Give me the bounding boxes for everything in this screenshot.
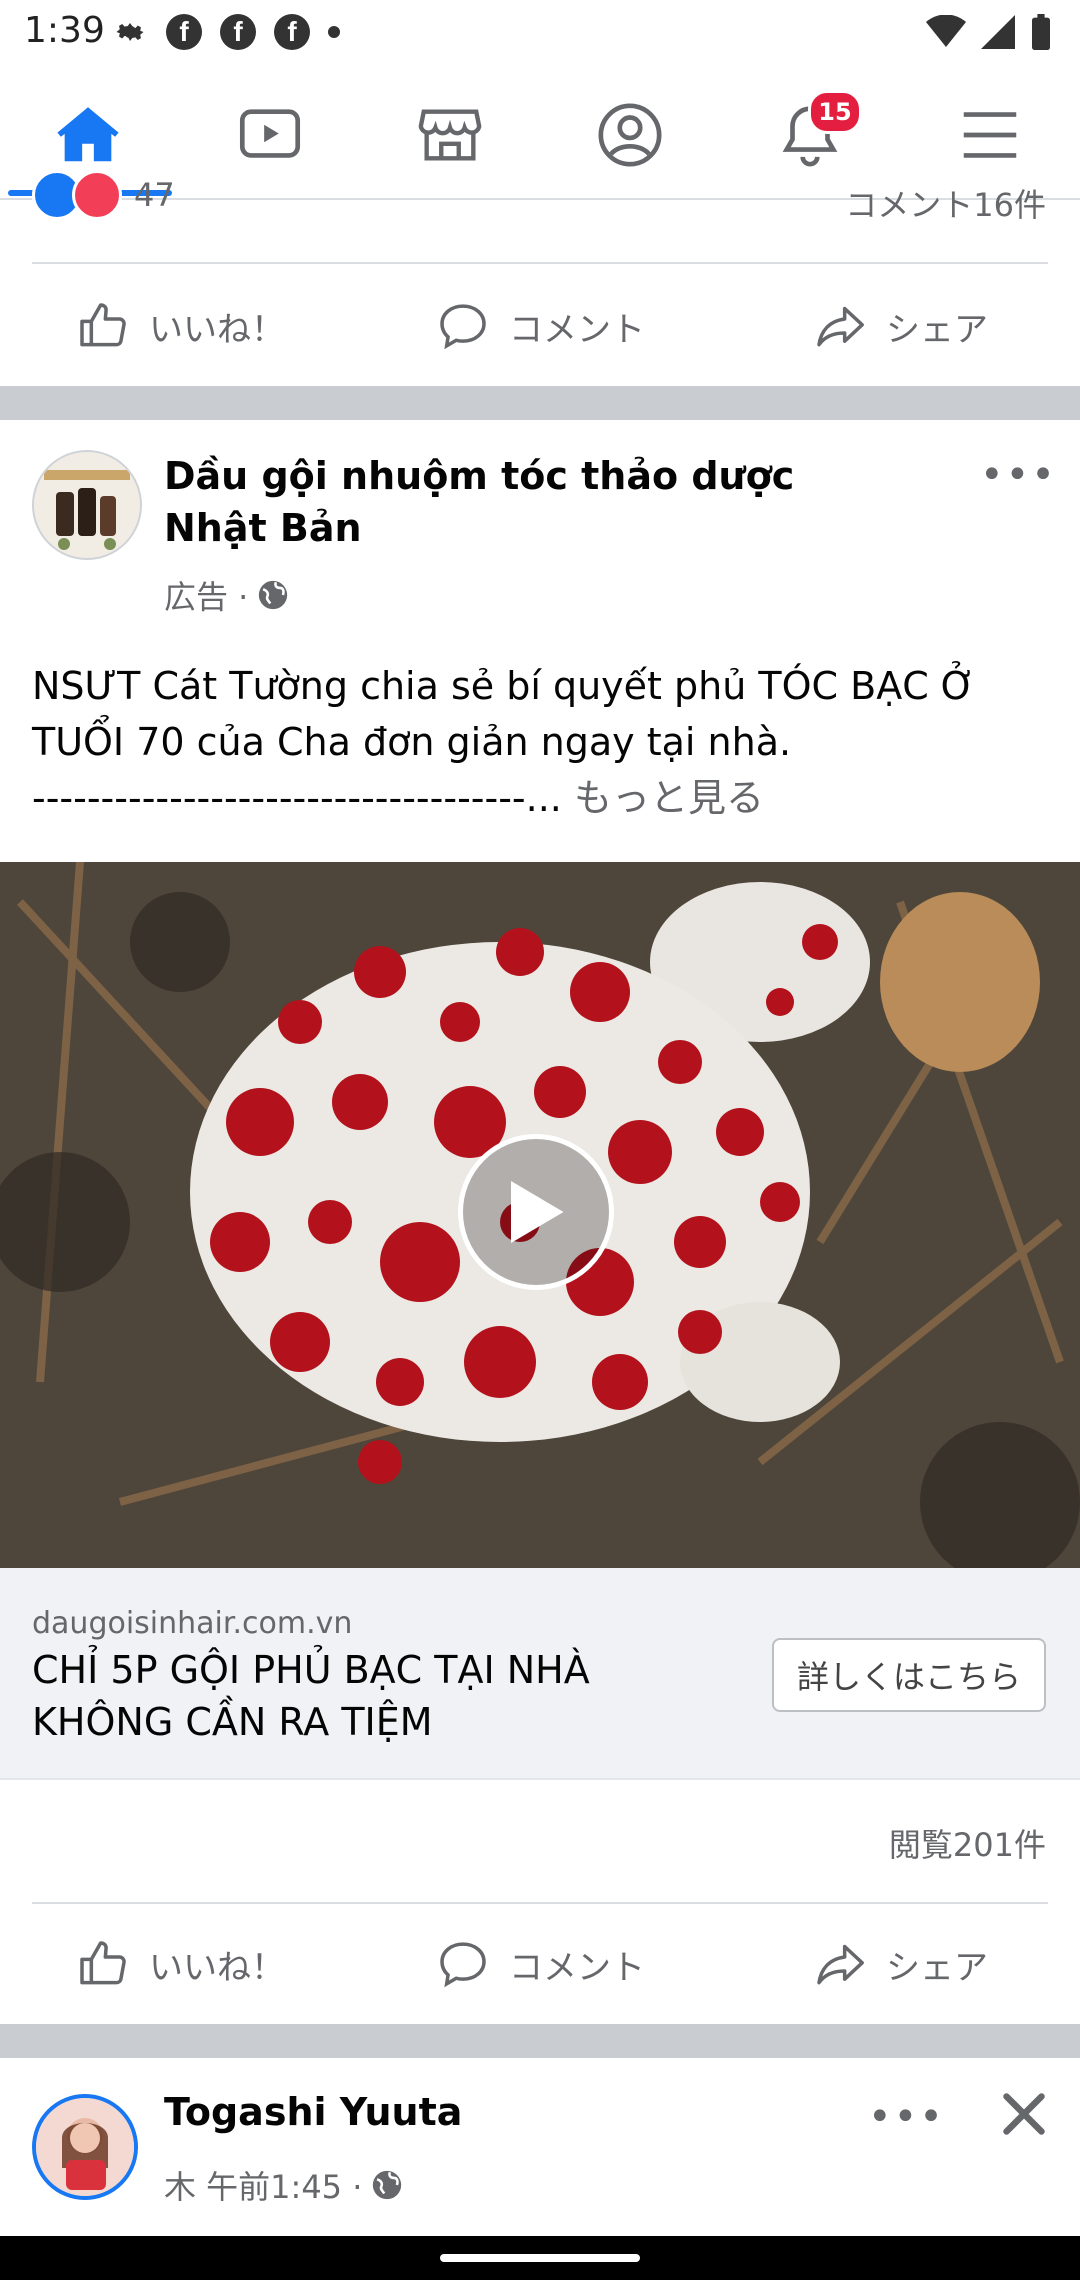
post-meta: 広告 · [164, 572, 290, 618]
close-icon [1003, 2093, 1045, 2135]
share-label: シェア [886, 1947, 988, 1988]
more-notifications-dot [328, 26, 340, 38]
link-domain: daugoisinhair.com.vn [32, 1606, 353, 1641]
nav-profile[interactable] [580, 92, 680, 178]
post-timestamp: 木 午前1:45 · [164, 2168, 363, 2206]
nav-marketplace[interactable] [400, 92, 500, 178]
link-title: CHỈ 5P GỘI PHỦ BẠC TẠI NHÀ KHÔNG CẦN RA … [32, 1644, 590, 1748]
link-title-line: CHỈ 5P GỘI PHỦ BẠC TẠI NHÀ [32, 1648, 590, 1692]
comment-button[interactable]: コメント [360, 266, 720, 386]
comment-icon [440, 1942, 486, 1988]
product-thumbnail [34, 452, 140, 558]
like-button[interactable]: いいね！ [0, 1904, 360, 2024]
nav-home[interactable] [38, 92, 138, 178]
share-button[interactable]: シェア [720, 1904, 1080, 2024]
post-separator [0, 2024, 1080, 2058]
comment-button[interactable]: コメント [360, 1904, 720, 2024]
sponsored-label: 広告 · [164, 578, 249, 616]
like-button[interactable]: いいね！ [0, 266, 360, 386]
thumbs-up-icon [80, 303, 126, 347]
learn-more-button[interactable]: 詳しくはこちら [772, 1638, 1046, 1712]
signal-icon [981, 15, 1015, 49]
status-bar: 1:39 f f f [0, 0, 1080, 70]
post-meta: 木 午前1:45 · [164, 2162, 404, 2208]
facebook-notification-icon: f [274, 14, 310, 50]
thumbs-up-icon [80, 1941, 126, 1985]
status-notification-icons: f f f [112, 14, 340, 50]
reaction-summary[interactable]: 47 [32, 170, 175, 220]
like-label: いいね！ [149, 309, 285, 350]
see-more-link[interactable]: もっと見る [574, 776, 764, 820]
share-label: シェア [886, 309, 988, 350]
menu-icon [963, 112, 1017, 158]
post-actions: いいね！ コメント シェア [0, 1904, 1080, 2024]
link-title-line: KHÔNG CẦN RA TIỆM [32, 1700, 433, 1744]
post-separator [0, 386, 1080, 420]
post-options-button[interactable]: ••• [980, 452, 1057, 498]
comment-label: コメント [509, 1947, 645, 1988]
video-player[interactable] [0, 862, 1080, 1568]
divider [32, 262, 1048, 264]
globe-icon [259, 580, 288, 610]
love-reaction-icon [72, 170, 122, 220]
author-photo [36, 2098, 134, 2196]
video-icon [239, 109, 301, 158]
nav-menu[interactable] [940, 92, 1040, 178]
post-text-dashes: ------------------------------------... [32, 776, 562, 820]
share-button[interactable]: シェア [720, 266, 1080, 386]
nav-video[interactable] [220, 92, 320, 178]
post-text: NSƯT Cát Tường chia sẻ bí quyết phủ TÓC … [32, 658, 1052, 826]
hide-post-button[interactable] [994, 2084, 1054, 2148]
comment-icon [440, 304, 486, 350]
reaction-count: 47 [134, 176, 175, 214]
comment-label: コメント [509, 309, 645, 350]
status-system-icons [926, 14, 1052, 50]
marketplace-icon [418, 109, 482, 161]
link-preview[interactable]: daugoisinhair.com.vn CHỈ 5P GỘI PHỦ BẠC … [0, 1568, 1080, 1778]
status-time: 1:39 [24, 10, 105, 51]
play-icon [511, 1181, 564, 1243]
like-label: いいね！ [149, 1947, 285, 1988]
notification-badge: 15 [808, 90, 862, 134]
post-text-line: NSƯT Cát Tường chia sẻ bí quyết phủ TÓC … [32, 664, 976, 708]
share-icon [817, 306, 864, 347]
facebook-notification-icon: f [166, 14, 202, 50]
page-avatar[interactable] [32, 450, 142, 560]
profile-icon [598, 103, 662, 167]
comment-count[interactable]: コメント16件 [845, 180, 1046, 226]
globe-icon [373, 2170, 402, 2200]
share-icon [817, 1944, 864, 1985]
post-options-button[interactable]: ••• [868, 2094, 945, 2140]
play-button[interactable] [458, 1134, 614, 1290]
wifi-icon [926, 15, 966, 47]
view-count: 閲覧201件 [888, 1826, 1046, 1864]
post-text-line: ------------------------------------... … [32, 770, 1052, 826]
post-text-line: TUỔI 70 của Cha đơn giản ngay tại nhà. [32, 720, 792, 764]
page-name[interactable]: Dầu gội nhuộm tóc thảo dược Nhật Bản [164, 450, 884, 554]
battery-icon [1032, 14, 1050, 50]
author-avatar[interactable] [32, 2094, 138, 2200]
post-actions: いいね！ コメント シェア [0, 266, 1080, 386]
divider [0, 1778, 1080, 1780]
home-icon [57, 107, 119, 162]
settings-icon [116, 23, 144, 41]
author-name[interactable]: Togashi Yuuta [164, 2090, 462, 2134]
facebook-notification-icon: f [220, 14, 256, 50]
home-gesture-handle[interactable] [440, 2254, 640, 2262]
